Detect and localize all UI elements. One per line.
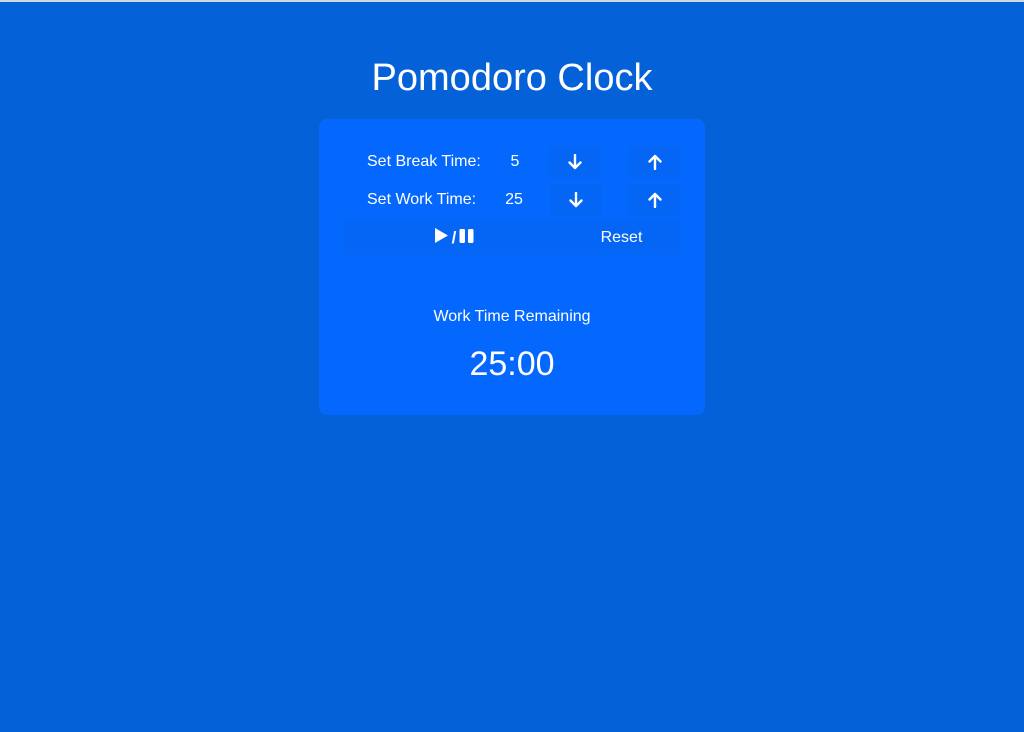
arrow-up-icon (648, 154, 662, 170)
timer-status-label: Work Time Remaining (433, 308, 591, 325)
timer-display: 25:00 (469, 345, 555, 383)
work-time-value: 25 (505, 191, 523, 208)
reset-button[interactable]: Reset (564, 221, 679, 255)
break-time-value: 5 (510, 153, 520, 170)
break-decrease-button[interactable] (549, 146, 601, 178)
work-time-label: Set Work Time: (367, 191, 477, 208)
play-pause-separator: / (451, 228, 457, 247)
play-pause-button[interactable]: / (405, 221, 503, 255)
break-time-label: Set Break Time: (367, 153, 481, 170)
pause-icon (459, 228, 474, 249)
work-increase-button[interactable] (629, 184, 681, 216)
pomodoro-card: Set Break Time: 5 Set Work Time: 25 / Re… (319, 119, 705, 415)
control-bar: / Reset (344, 221, 680, 255)
break-increase-button[interactable] (629, 146, 681, 178)
arrow-down-icon (569, 192, 583, 208)
arrow-up-icon (648, 192, 662, 208)
page-title: Pomodoro Clock (371, 57, 653, 99)
play-icon (434, 227, 449, 249)
arrow-down-icon (568, 154, 582, 170)
window-top-border (0, 0, 1024, 2)
work-decrease-button[interactable] (550, 184, 602, 216)
